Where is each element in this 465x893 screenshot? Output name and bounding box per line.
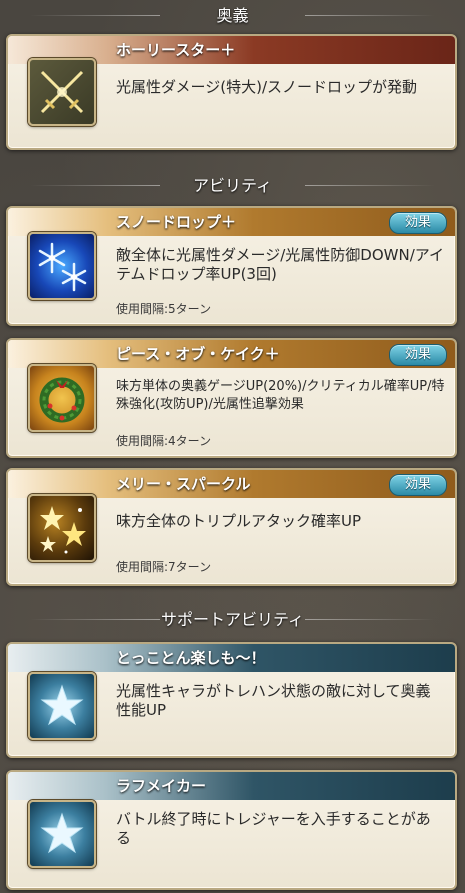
support-description: 光属性キャラがトレハン状態の敵に対して奥義性能UP (116, 682, 431, 719)
sparkle-stars-icon (28, 494, 96, 562)
crossed-swords-icon (28, 58, 96, 126)
ability-card-3[interactable]: メリー・スパークル 効果 味方全体のトリプルアタック確率UP 使用間隔:7ターン (6, 468, 457, 586)
star-icon (28, 672, 96, 740)
effect-button[interactable]: 効果 (389, 344, 447, 366)
ability-name: スノードロップ＋ (116, 213, 237, 231)
ability-name: メリー・スパークル (116, 475, 251, 493)
section-header-ougi: 奥義 (0, 2, 465, 30)
ability-description: 味方全体のトリプルアタック確率UP (116, 512, 362, 530)
ability-card-1[interactable]: スノードロップ＋ 効果 敵全体に光属性ダメージ/光属性防御DOWN/アイテムドロ… (6, 206, 457, 326)
ougi-card[interactable]: ホーリースター＋ 光属性ダメージ(特大)/スノードロップが発動 (6, 34, 457, 150)
support-title-bar (8, 772, 455, 800)
support-name: ラフメイカー (116, 777, 207, 795)
ability-name: ピース・オブ・ケイク＋ (116, 345, 280, 363)
snowflake-icon (28, 232, 96, 300)
star-icon (28, 800, 96, 868)
ability-card-2[interactable]: ピース・オブ・ケイク＋ 効果 味方単体の奥義ゲージUP(20%)/クリティカル確… (6, 338, 457, 458)
effect-button[interactable]: 効果 (389, 212, 447, 234)
support-card-1[interactable]: とっことん楽しも〜！ 光属性キャラがトレハン状態の敵に対して奥義性能UP (6, 642, 457, 758)
ability-description: 敵全体に光属性ダメージ/光属性防御DOWN/アイテムドロップ率UP(3回) (116, 246, 445, 283)
ability-cooldown: 使用間隔:4ターン (116, 434, 212, 448)
christmas-wreath-icon (28, 364, 96, 432)
support-name: とっことん楽しも〜！ (116, 649, 266, 667)
support-description: バトル終了時にトレジャーを入手することがある (116, 810, 431, 847)
ability-cooldown: 使用間隔:5ターン (116, 302, 212, 316)
ougi-name: ホーリースター＋ (116, 41, 236, 59)
ougi-description: 光属性ダメージ(特大)/スノードロップが発動 (116, 78, 418, 96)
ability-description: 味方単体の奥義ゲージUP(20%)/クリティカル確率UP/特殊強化(攻防UP)/… (116, 379, 445, 412)
section-header-abilities: アビリティ (0, 172, 465, 200)
effect-button[interactable]: 効果 (389, 474, 447, 496)
section-header-support: サポートアビリティ (0, 606, 465, 634)
support-card-2[interactable]: ラフメイカー バトル終了時にトレジャーを入手することがある (6, 770, 457, 890)
ability-cooldown: 使用間隔:7ターン (116, 560, 212, 574)
